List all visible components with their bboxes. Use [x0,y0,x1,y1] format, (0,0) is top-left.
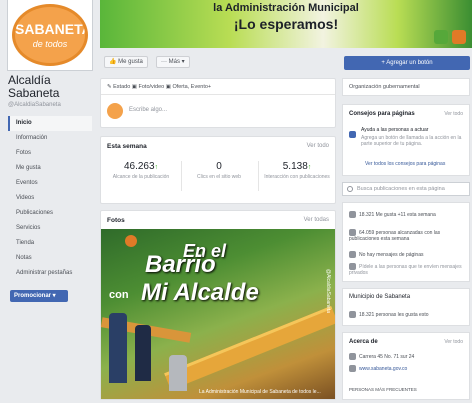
about-see-all-link[interactable]: Ver todo [444,339,463,345]
person-figure [109,313,127,383]
nav-item-me-gusta[interactable]: Me gusta [8,161,92,176]
profile-picture[interactable]: SABANETA de todos [8,0,92,70]
person-figure [135,325,151,381]
about-header: Acerca de [349,339,378,345]
message-icon [349,251,356,258]
cover-logo-icon [434,30,448,44]
weekly-stats-card: Esta semana Ver todo 46.263↑ Alcance de … [100,136,336,204]
cover-title-line1: la Administración Municipal [213,2,359,14]
nav-item-videos[interactable]: Videos [8,191,92,206]
tip-body: Agrega un botón de llamada a la acción e… [361,135,462,147]
nav-item-notas[interactable]: Notas [8,251,92,266]
person-figure [169,355,187,391]
logo-circle: SABANETA de todos [12,4,88,66]
promote-button[interactable]: Promocionar ▾ [10,290,68,302]
likes-summary[interactable]: 18.321 Me gusta +11 esta semana [359,212,436,218]
nav-item-publicaciones[interactable]: Publicaciones [8,206,92,221]
search-icon [347,186,353,192]
people-header: PERSONAS MÁS FRECUENTES [349,387,417,392]
stat-engagement-label: Interacción con publicaciones [264,174,330,180]
tips-all-link[interactable]: Ver todos los consejos para páginas [365,161,445,167]
photos-card: Fotos Ver todas En el Barrio con Mi Alca… [100,210,336,400]
bridge-shape [164,305,335,391]
page-activity-card: 18.321 Me gusta +11 esta semana 64.059 p… [342,202,470,282]
photos-see-all-link[interactable]: Ver todas [304,217,329,223]
featured-photo[interactable]: En el Barrio con Mi Alcalde @AlcaldiaSab… [101,229,335,399]
photo-text-mi-alcalde: Mi Alcalde [141,279,259,306]
trend-up-icon: ↑ [154,164,159,171]
add-button-cta[interactable]: + Agregar un botón [344,56,470,70]
nav-item-administrar-pestanas[interactable]: Administrar pestañas [8,266,92,281]
chart-icon [349,131,356,138]
thumbs-up-icon [349,311,356,318]
reply-prompt[interactable]: Pídele a las personas que te envíen mens… [349,264,462,276]
cover-photo[interactable]: la Administración Municipal ¡Lo esperamo… [100,0,472,48]
location-pin-icon [349,353,356,360]
like-button[interactable]: 👍 Me gusta [104,56,148,68]
website-link[interactable]: www.sabaneta.gov.co [359,366,407,372]
tip-title: Ayuda a las personas a actuar [361,127,429,133]
trend-up-icon: ↑ [307,164,312,171]
stat-reach-label: Alcance de la publicación [112,174,170,180]
action-bar: 👍 Me gusta ··· Más ▾ [100,54,340,70]
nav-item-servicios[interactable]: Servicios [8,221,92,236]
page-title[interactable]: Alcaldía Sabaneta [8,74,92,100]
about-card: Acerca de Ver todo Carrera 45 No. 71 sur… [342,332,470,400]
stat-engagement[interactable]: 5.138↑ Interacción con publicaciones [259,161,335,180]
page-handle[interactable]: @AlcaldiaSabaneta [8,102,61,108]
nav-item-fotos[interactable]: Fotos [8,146,92,161]
stats-header: Esta semana [107,143,147,150]
avatar [107,103,123,119]
photos-header: Fotos [107,217,125,224]
nav-item-tienda[interactable]: Tienda [8,236,92,251]
alcaldia-logo-icon [125,235,137,247]
cover-title-line2: ¡Lo esperamos! [233,16,339,32]
photo-text-barrio: Barrio [145,251,216,278]
municipio-header[interactable]: Municipio de Sabaneta [349,294,410,300]
photo-side-text: @AlcaldiaSabaneta [325,269,331,313]
globe-icon [349,365,356,372]
logo-text: SABANETA [15,21,88,37]
page-category[interactable]: Organización gubernamental [349,84,420,90]
municipio-likes: 18.321 personas les gusta esto [359,311,429,318]
stats-see-all-link[interactable]: Ver todo [307,143,329,149]
composer-tabs[interactable]: ✎ Estado ▣ Foto/video ▣ Oferta, Evento+ [101,79,335,95]
post-composer: ✎ Estado ▣ Foto/video ▣ Oferta, Evento+ … [100,78,336,128]
cover-seal-icon [452,30,466,44]
stat-clicks-value: 0 [216,161,222,172]
reply-icon [349,263,356,270]
photo-caption: La Administración Municipal de Sabaneta … [199,389,321,395]
stat-clicks[interactable]: 0 Clics en el sitio web [181,161,257,180]
stat-clicks-label: Clics en el sitio web [197,174,241,180]
page-tips-card: Consejos para páginas Ver todo Ayuda a l… [342,104,470,176]
reach-summary[interactable]: 64.059 personas alcanzadas con las publi… [349,230,440,242]
category-card: Organización gubernamental [342,78,470,96]
composer-input[interactable]: Escribe algo... [129,107,167,113]
left-nav: Inicio Información Fotos Me gusta Evento… [8,116,92,281]
municipio-card: Municipio de Sabaneta 18.321 personas le… [342,288,470,326]
tips-header: Consejos para páginas [349,111,415,117]
nav-item-eventos[interactable]: Eventos [8,176,92,191]
like-icon [349,211,356,218]
address-text[interactable]: Carrera 45 No. 71 sur 24 [359,354,414,360]
stat-engagement-value: 5.138 [282,161,308,172]
logo-subtext: de todos [32,39,68,49]
page-search-input[interactable]: Busca publicaciones en esta página [342,182,470,196]
photo-text-con: con [109,289,129,301]
more-button[interactable]: ··· Más ▾ [156,56,190,68]
search-placeholder: Busca publicaciones en esta página [357,186,445,192]
nav-item-informacion[interactable]: Información [8,131,92,146]
reach-icon [349,229,356,236]
stat-reach[interactable]: 46.263↑ Alcance de la publicación [103,161,179,180]
stat-reach-value: 46.263 [123,161,155,172]
nav-item-inicio[interactable]: Inicio [8,116,92,131]
tips-see-all-link[interactable]: Ver todo [444,111,463,117]
messages-summary[interactable]: No hay mensajes de páginas [359,252,424,258]
